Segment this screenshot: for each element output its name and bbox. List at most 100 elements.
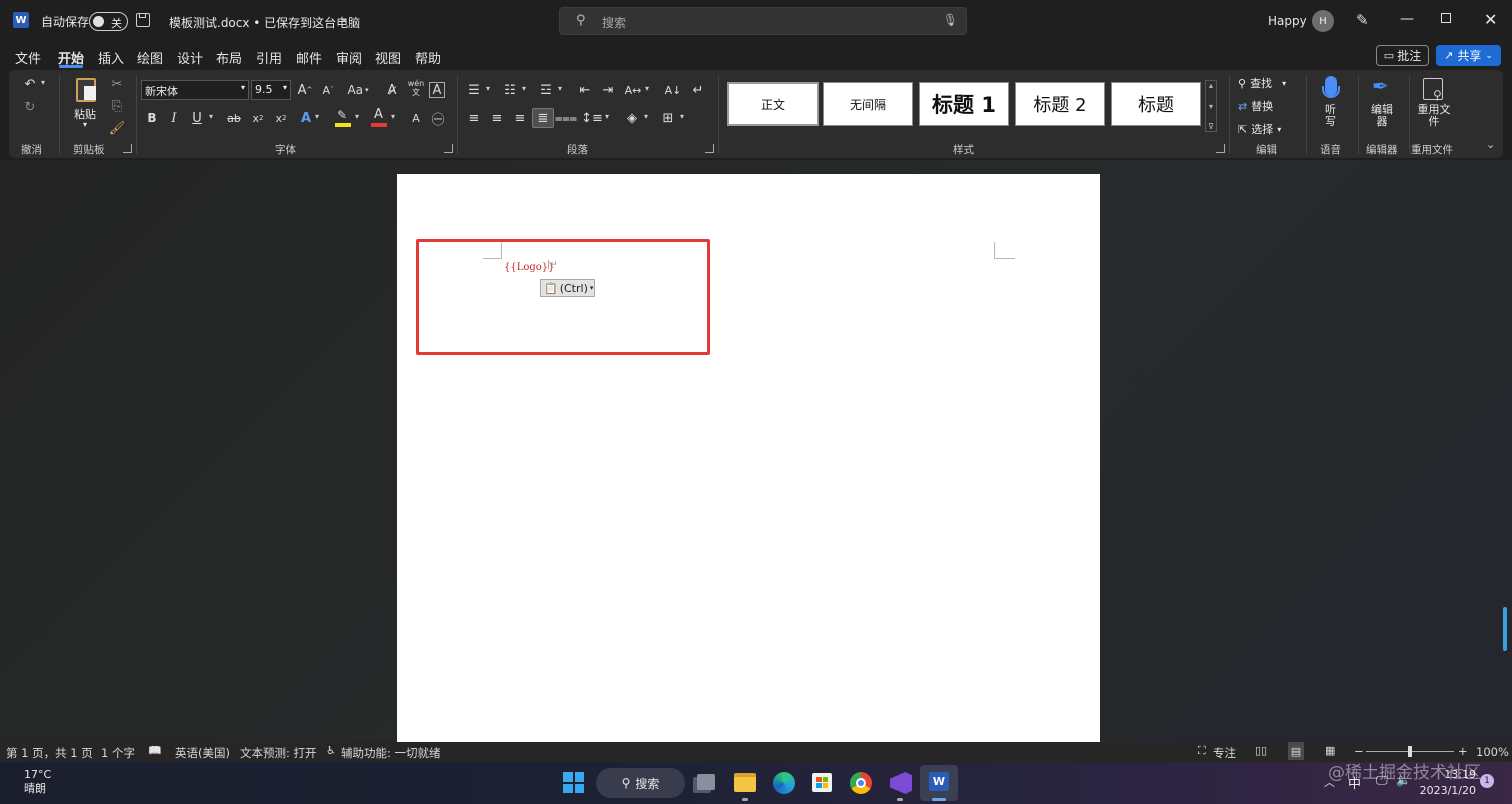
proofing-icon[interactable]: 📖	[148, 744, 162, 757]
underline-icon[interactable]: U	[186, 108, 208, 128]
style-title[interactable]: 标题	[1111, 82, 1201, 126]
chevron-down-icon[interactable]: ▾	[315, 112, 319, 121]
chevron-down-icon[interactable]: ▾	[1209, 102, 1213, 111]
tab-insert[interactable]: 插入	[98, 48, 124, 67]
search-input[interactable]: 搜索	[602, 14, 626, 31]
close-icon[interactable]: ✕	[1484, 10, 1497, 29]
task-view-icon[interactable]	[697, 774, 715, 790]
strikethrough-icon[interactable]: ab	[223, 108, 245, 128]
tab-layout[interactable]: 布局	[216, 48, 242, 67]
style-no-spacing[interactable]: 无间隔	[823, 82, 913, 126]
show-formatting-icon[interactable]: ↵	[687, 80, 709, 100]
edge-icon[interactable]	[773, 772, 795, 794]
tab-file[interactable]: 文件	[15, 48, 41, 67]
chevron-down-icon[interactable]: ▾	[605, 112, 609, 121]
tab-mailings[interactable]: 邮件	[296, 48, 322, 67]
pen-icon[interactable]: ✎	[1356, 11, 1369, 29]
word-taskbar-button[interactable]: W	[920, 765, 958, 801]
document-title[interactable]: 模板测试.docx • 已保存到这台电脑	[169, 14, 360, 31]
minimize-icon[interactable]: —	[1400, 11, 1414, 27]
page-count[interactable]: 第 1 页，共 1 页	[6, 745, 93, 761]
superscript-icon[interactable]: x2	[270, 108, 292, 128]
align-left-icon[interactable]: ≡	[463, 108, 485, 128]
word-icon[interactable]: W	[13, 12, 29, 28]
chevron-down-icon[interactable]: ▾	[558, 84, 562, 93]
chevron-down-icon[interactable]: ▾	[522, 84, 526, 93]
chevron-down-icon[interactable]: ▾	[644, 112, 648, 121]
chevron-down-icon[interactable]: ▾	[391, 112, 395, 121]
comment-button[interactable]: ▭ 批注	[1376, 45, 1429, 66]
font-name-select[interactable]: 新宋体 ▾	[141, 80, 249, 100]
format-painter-icon[interactable]: 🖌	[106, 118, 128, 138]
visual-studio-icon[interactable]	[890, 772, 912, 794]
decrease-indent-icon[interactable]: ⇤	[574, 80, 596, 100]
scroll-indicator[interactable]	[1503, 607, 1507, 651]
weather-widget[interactable]: 17°C 晴朗	[18, 768, 51, 796]
chevron-down-icon[interactable]: ▾	[486, 84, 490, 93]
line-spacing-icon[interactable]: ↕≡	[581, 108, 603, 128]
restore-icon[interactable]	[1441, 13, 1451, 23]
style-normal[interactable]: 正文	[727, 82, 819, 126]
justify-icon[interactable]: ≣	[532, 108, 554, 128]
taskbar-search-button[interactable]: ⚲ 搜索	[596, 768, 685, 798]
character-shading-icon[interactable]: A	[405, 108, 427, 128]
microphone-icon[interactable]: 🎙	[943, 13, 958, 27]
user-name[interactable]: Happy	[1268, 14, 1307, 28]
shading-icon[interactable]: ◈	[621, 108, 643, 128]
zoom-in-icon[interactable]: +	[1458, 744, 1468, 758]
dictate-button[interactable]: 听写	[1317, 74, 1345, 136]
enclose-characters-icon[interactable]: ㊀	[427, 108, 449, 128]
paste-button[interactable]: 粘贴 ▾	[71, 76, 103, 134]
autosave-toggle[interactable]: 关	[89, 12, 128, 31]
share-button[interactable]: ↗ 共享 ⌄	[1436, 45, 1501, 66]
asian-layout-icon[interactable]: A↔	[622, 80, 644, 100]
start-icon[interactable]	[563, 772, 584, 793]
dialog-launcher-icon[interactable]	[1216, 144, 1225, 153]
chevron-down-icon[interactable]: ▾	[355, 112, 359, 121]
tab-review[interactable]: 审阅	[336, 48, 362, 67]
chevron-down-icon[interactable]: ▾	[680, 112, 684, 121]
font-color-icon[interactable]: A	[369, 107, 389, 128]
chevron-down-icon[interactable]: ▾	[41, 78, 45, 87]
chrome-icon[interactable]	[850, 772, 872, 794]
undo-icon[interactable]: ↶	[19, 74, 41, 94]
accessibility-status[interactable]: 辅助功能: 一切就绪	[341, 745, 441, 761]
text-prediction[interactable]: 文本预测: 打开	[240, 745, 317, 761]
change-case-icon[interactable]: Aa ▾	[343, 80, 373, 100]
highlight-color-icon[interactable]: ✎	[333, 108, 353, 128]
zoom-level[interactable]: 100%	[1476, 745, 1509, 759]
numbering-icon[interactable]: ☷	[499, 80, 521, 100]
editor-button[interactable]: ✒ 编辑器	[1367, 74, 1397, 136]
file-explorer-icon[interactable]	[734, 773, 756, 792]
dialog-launcher-icon[interactable]	[123, 144, 132, 153]
multilevel-list-icon[interactable]: ☲	[535, 80, 557, 100]
tab-design[interactable]: 设计	[177, 48, 203, 67]
ribbon-collapse-icon[interactable]: ⌄	[1486, 138, 1495, 151]
avatar[interactable]: H	[1312, 10, 1334, 32]
dialog-launcher-icon[interactable]	[444, 144, 453, 153]
increase-indent-icon[interactable]: ⇥	[597, 80, 619, 100]
italic-icon[interactable]: I	[163, 108, 185, 128]
character-border-icon[interactable]: A	[429, 82, 445, 98]
tab-draw[interactable]: 绘图	[137, 48, 163, 67]
style-heading-2[interactable]: 标题 2	[1015, 82, 1105, 126]
more-icon[interactable]: ⊽	[1208, 122, 1214, 131]
sort-icon[interactable]: A↓	[662, 80, 684, 100]
redo-icon[interactable]: ↻	[19, 97, 41, 117]
tab-help[interactable]: 帮助	[415, 48, 441, 67]
language[interactable]: 英语(美国)	[175, 745, 230, 761]
print-layout-icon[interactable]: ▤	[1288, 742, 1304, 760]
find-button[interactable]: ⚲ 查找 ▾	[1238, 75, 1286, 91]
save-icon[interactable]	[136, 13, 150, 27]
chevron-down-icon[interactable]: ▾	[645, 84, 649, 93]
subscript-icon[interactable]: x2	[247, 108, 269, 128]
grow-font-icon[interactable]: A ^	[294, 80, 316, 100]
search-box[interactable]: ⚲ 搜索 🎙	[559, 7, 967, 35]
replace-button[interactable]: ⇄ 替换	[1238, 98, 1273, 114]
dialog-launcher-icon[interactable]	[705, 144, 714, 153]
cut-icon[interactable]: ✂	[106, 74, 128, 94]
focus-mode[interactable]: 专注	[1213, 745, 1236, 761]
zoom-slider-thumb[interactable]	[1408, 746, 1412, 757]
styles-scroll[interactable]: ▴ ▾ ⊽	[1205, 80, 1217, 132]
clear-formatting-icon[interactable]: A̷	[381, 80, 403, 100]
